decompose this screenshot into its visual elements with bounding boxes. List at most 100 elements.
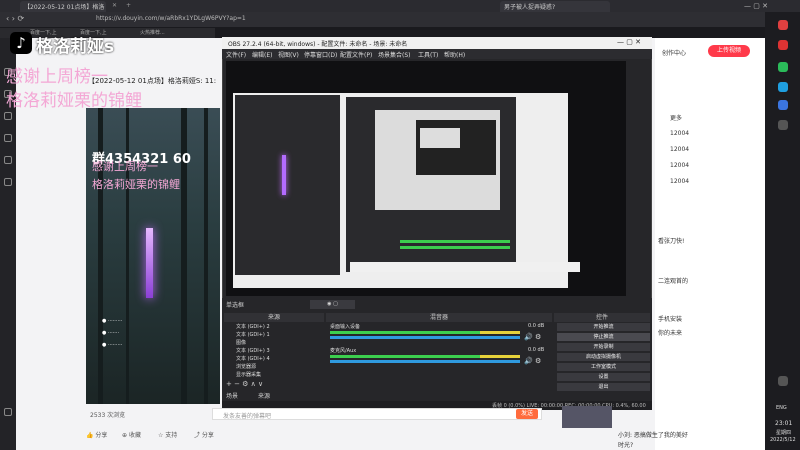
- clock-day: 星期四: [776, 430, 792, 436]
- source-item[interactable]: 图像: [228, 339, 318, 347]
- right-line: 你的未来: [658, 330, 683, 337]
- audio-meter-peak: [480, 331, 520, 334]
- source-toolbar[interactable]: + − ⚙ ∧ ∨: [226, 380, 263, 388]
- menu-tools[interactable]: 工具(T): [418, 50, 438, 59]
- source-item[interactable]: 文本 (GDI+) 4: [228, 355, 318, 363]
- like-label: 分享: [95, 432, 108, 439]
- controls-dock-header: 控件: [554, 313, 650, 322]
- source-item[interactable]: 文本 (GDI+) 3: [228, 347, 318, 355]
- window-controls[interactable]: — ▢ ✕: [740, 1, 800, 12]
- obs-title-text: OBS 27.2.4 (64-bit, windows) - 配置文件: 未命名…: [228, 41, 408, 48]
- audio-meter: [330, 331, 480, 334]
- obs-menu-bar: 文件(F) 编辑(E) 视图(V) 停靠窗口(D) 配置文件(P) 场景集合(S…: [222, 49, 652, 59]
- nested-meter: [400, 240, 510, 243]
- support-label: 收藏: [128, 432, 141, 439]
- video-player[interactable]: 群4354321 60 ● ········· ● ······· ● ····…: [86, 108, 220, 404]
- chat-overlay: ● ········· ● ······· ● ·········: [102, 318, 202, 378]
- tray-app-icon[interactable]: [778, 376, 788, 386]
- favorite-button[interactable]: ☆ 支持: [158, 430, 177, 439]
- new-tab-icon[interactable]: +: [122, 1, 132, 12]
- start-stream-button[interactable]: 开始推流: [557, 323, 650, 331]
- tray-app-icon[interactable]: [778, 62, 788, 72]
- settings-button[interactable]: 设置: [557, 373, 650, 381]
- nested-preview-5: [420, 128, 460, 148]
- source-item[interactable]: 浏览器源: [228, 363, 318, 371]
- scenes-tab[interactable]: 场景: [226, 391, 238, 400]
- right-line: 看张刀快!: [658, 238, 685, 245]
- volume-slider[interactable]: [330, 360, 520, 363]
- audio-meter: [330, 355, 480, 358]
- right-line: 小刘: 恶搞做生了我的美好: [618, 432, 688, 439]
- obs-window-controls[interactable]: — ▢ ✕: [617, 38, 641, 46]
- input-language[interactable]: ENG: [776, 405, 787, 411]
- creator-center-link[interactable]: 创作中心: [662, 48, 686, 57]
- exit-button[interactable]: 退出: [557, 383, 650, 391]
- transition-button[interactable]: ◉ ▢: [310, 300, 355, 309]
- mixer-controls-icon[interactable]: 🔊 ⚙: [524, 357, 541, 365]
- player-thanks-2: 格洛莉娅栗的锦鲤: [92, 178, 180, 191]
- sidebar-add-icon[interactable]: [4, 408, 12, 416]
- stream-overlay: ♪ 格洛莉娅s 感谢上周榜一 格洛莉娅栗的锦鲤: [0, 30, 230, 120]
- sidebar-icon-5[interactable]: [4, 156, 12, 164]
- menu-scene-collection[interactable]: 场景集合(S): [378, 50, 411, 59]
- start-recording-button[interactable]: 开始录制: [557, 343, 650, 351]
- mixer-dock-header: 混音器: [326, 313, 552, 322]
- chat-line: ● ·········: [102, 342, 123, 348]
- thanks-line-1: 感谢上周榜一: [6, 67, 108, 87]
- tab-right-title: 男子被人捉弄疑惑?: [504, 4, 556, 11]
- source-item[interactable]: 文本 (GDI+) 2: [228, 323, 318, 331]
- sidebar-icon-6[interactable]: [4, 178, 12, 186]
- sidebar-icon-4[interactable]: [4, 134, 12, 142]
- chat-line: ● ·······: [102, 330, 120, 336]
- studio-mode-button[interactable]: 工作室模式: [557, 363, 650, 371]
- tray-app-icon[interactable]: [778, 120, 788, 130]
- volume-slider[interactable]: [330, 336, 520, 339]
- url-text: https://v.douyin.com/w/aRbRx1YDLgW6PVY?a…: [96, 15, 246, 22]
- menu-edit[interactable]: 编辑(E): [252, 50, 272, 59]
- url-field[interactable]: https://v.douyin.com/w/aRbRx1YDLgW6PVY?a…: [96, 15, 396, 25]
- support-button[interactable]: ⊕ 收藏: [122, 430, 141, 439]
- mixer-track-name: 麦克风/Aux: [330, 348, 357, 354]
- tiktok-logo-icon: ♪: [10, 32, 32, 54]
- share-label: 分享: [201, 432, 214, 439]
- purple-light-pillar: [146, 228, 153, 298]
- tree-trunk: [204, 108, 208, 404]
- menu-view[interactable]: 视图(V): [278, 50, 299, 59]
- tray-app-icon[interactable]: [778, 82, 788, 92]
- source-item[interactable]: 文本 (GDI+) 1: [228, 331, 318, 339]
- nested-purple-pillar: [282, 155, 286, 195]
- menu-profile[interactable]: 配置文件(P): [340, 50, 372, 59]
- close-tab-icon[interactable]: ✕: [108, 1, 118, 12]
- player-thanks-1: 感谢上周榜一: [92, 160, 158, 173]
- nav-back-icon[interactable]: ‹ › ⟳: [6, 14, 24, 23]
- tray-app-icon[interactable]: [778, 40, 788, 50]
- nested-taskbar: [350, 262, 580, 272]
- mixer-track-db: 0.0 dB: [528, 323, 545, 329]
- tray-app-icon[interactable]: [778, 20, 788, 30]
- mixer-controls-icon[interactable]: 🔊 ⚙: [524, 333, 541, 341]
- virtual-camera-button[interactable]: 启动虚拟摄像机: [557, 353, 650, 361]
- obs-title-bar: OBS 27.2.4 (64-bit, windows) - 配置文件: 未命名…: [222, 37, 652, 49]
- like-button[interactable]: 👍 分享: [86, 430, 107, 439]
- menu-docks[interactable]: 停靠窗口(D): [304, 50, 337, 59]
- browser-tab-active[interactable]: 【2022-05-12 01点场】格洛: [20, 1, 106, 12]
- tray-app-icon[interactable]: [778, 100, 788, 110]
- favorite-label: 支持: [165, 432, 178, 439]
- source-item[interactable]: 显示器采集: [228, 371, 318, 379]
- stop-stream-button[interactable]: 停止推流: [557, 333, 650, 341]
- chat-line: ● ·········: [102, 318, 123, 324]
- send-button[interactable]: 发送: [516, 409, 538, 419]
- share-button[interactable]: ⤴ 分享: [194, 430, 214, 439]
- browser-tab-secondary[interactable]: 男子被人捉弄疑惑?: [500, 1, 610, 12]
- sources-tab[interactable]: 来源: [258, 391, 270, 400]
- viewer-count: 2533 次浏览: [90, 412, 126, 419]
- right-line: 手机安装: [658, 316, 683, 323]
- menu-file[interactable]: 文件(F): [226, 50, 246, 59]
- audio-meter-peak: [480, 355, 520, 358]
- chat-placeholder: 发条友善的弹幕吧: [223, 413, 272, 420]
- recommend-thumb[interactable]: [562, 406, 612, 428]
- menu-help[interactable]: 帮助(H): [444, 50, 465, 59]
- chat-input[interactable]: 发条友善的弹幕吧: [212, 408, 542, 420]
- upload-video-button[interactable]: 上传视频: [708, 45, 750, 57]
- tab-title: 【2022-05-12 01点场】格洛: [24, 4, 105, 11]
